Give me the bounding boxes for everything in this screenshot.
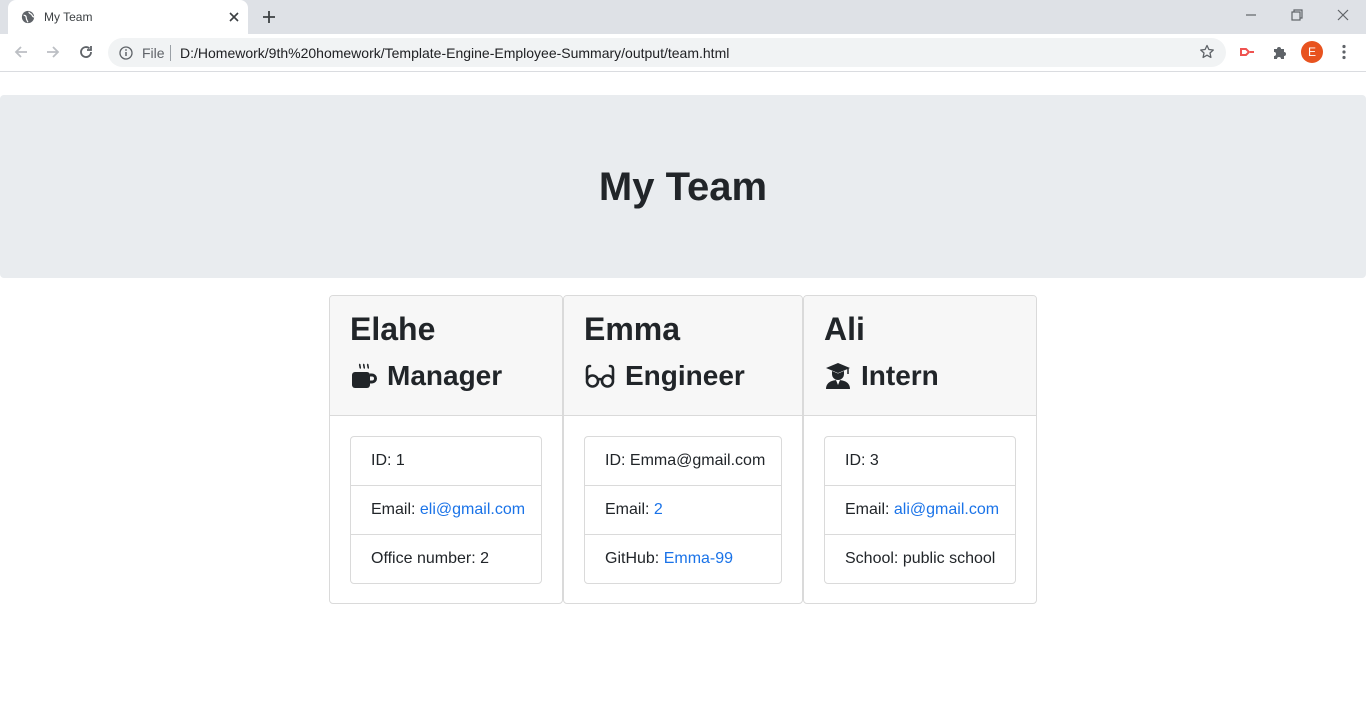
new-tab-icon[interactable] [261, 9, 277, 25]
role-label: Engineer [625, 360, 745, 391]
card-header: Elahe Manager [330, 296, 562, 416]
employee-name: Elahe [350, 311, 436, 347]
browser-tabstrip: My Team [0, 0, 1366, 34]
email-link[interactable]: eli@gmail.com [420, 501, 525, 518]
window-close-icon[interactable] [1336, 8, 1350, 22]
glasses-icon [585, 364, 615, 388]
graduate-icon [826, 363, 850, 389]
list-item-school: School: public school [825, 534, 1015, 583]
bookmark-star-icon[interactable] [1199, 44, 1215, 60]
list-item-id: ID: 1 [351, 437, 541, 485]
email-link[interactable]: 2 [654, 501, 663, 518]
employee-name: Ali [824, 311, 865, 347]
list-item-email: Email: eli@gmail.com [351, 485, 541, 534]
list-item-email: Email: ali@gmail.com [825, 485, 1015, 534]
list-item-id: ID: Emma@gmail.com [585, 437, 781, 485]
back-arrow-icon[interactable] [12, 43, 30, 61]
office-number-value: 2 [480, 550, 489, 567]
employee-card-intern: Ali Intern ID: 3 Email: ali@gmail.com Sc… [803, 295, 1037, 604]
email-label: Email: [371, 501, 416, 518]
card-header: Ali Intern [804, 296, 1036, 416]
employee-name: Emma [584, 311, 681, 347]
list-item-office-number: Office number: 2 [351, 534, 541, 583]
school-value: public school [902, 550, 996, 567]
menu-dots-icon[interactable] [1335, 43, 1353, 61]
address-divider [170, 45, 171, 61]
id-label: ID: [605, 452, 626, 469]
close-icon[interactable] [227, 10, 241, 24]
tab-title: My Team [44, 10, 93, 24]
extensions-puzzle-icon[interactable] [1271, 43, 1289, 61]
page-header: My Team [0, 95, 1366, 278]
reload-icon[interactable] [77, 43, 95, 61]
github-link[interactable]: Emma-99 [664, 550, 733, 567]
id-value: 3 [869, 452, 879, 469]
github-label: GitHub: [605, 550, 660, 567]
employee-details-list: ID: Emma@gmail.com Email: 2 GitHub: Emma… [584, 436, 782, 584]
forward-arrow-icon[interactable] [44, 43, 62, 61]
browser-tab[interactable]: My Team [8, 0, 248, 34]
id-label: ID: [845, 452, 866, 469]
globe-icon [21, 10, 35, 24]
id-value: 1 [395, 452, 405, 469]
employee-role: Manager [350, 358, 502, 394]
id-value: Emma@gmail.com [629, 452, 766, 469]
office-number-label: Office number: [371, 550, 476, 567]
extension-action-icon[interactable] [1238, 43, 1256, 61]
page-title: My Team [598, 165, 768, 209]
id-label: ID: [371, 452, 392, 469]
restore-icon[interactable] [1290, 8, 1304, 22]
role-label: Intern [861, 360, 939, 391]
list-item-github: GitHub: Emma-99 [585, 534, 781, 583]
employee-details-list: ID: 1 Email: eli@gmail.com Office number… [350, 436, 542, 584]
mug-icon [352, 363, 377, 388]
card-header: Emma Engineer [564, 296, 802, 416]
employee-card-manager: Elahe Manager ID: 1 Email: eli@gmail.com… [329, 295, 563, 604]
employee-card-engineer: Emma Engineer ID: Emma@gmail.com Email: … [563, 295, 803, 604]
minimize-icon[interactable] [1244, 8, 1258, 22]
address-url[interactable]: D:/Homework/9th%20homework/Template-Engi… [180, 45, 729, 61]
employee-details-list: ID: 3 Email: ali@gmail.com School: publi… [824, 436, 1016, 584]
school-label: School: [845, 550, 899, 567]
email-link[interactable]: ali@gmail.com [894, 501, 999, 518]
info-icon[interactable] [119, 46, 133, 60]
address-scheme-label: File [142, 45, 165, 61]
email-label: Email: [605, 501, 650, 518]
address-bar[interactable]: File D:/Homework/9th%20homework/Template… [108, 38, 1226, 67]
list-item-email: Email: 2 [585, 485, 781, 534]
browser-toolbar: File D:/Homework/9th%20homework/Template… [0, 34, 1366, 72]
list-item-id: ID: 3 [825, 437, 1015, 485]
role-label: Manager [387, 360, 503, 391]
email-label: Email: [845, 501, 890, 518]
employee-role: Intern [824, 358, 939, 394]
profile-avatar[interactable]: E [1301, 41, 1323, 63]
employee-role: Engineer [584, 358, 745, 394]
